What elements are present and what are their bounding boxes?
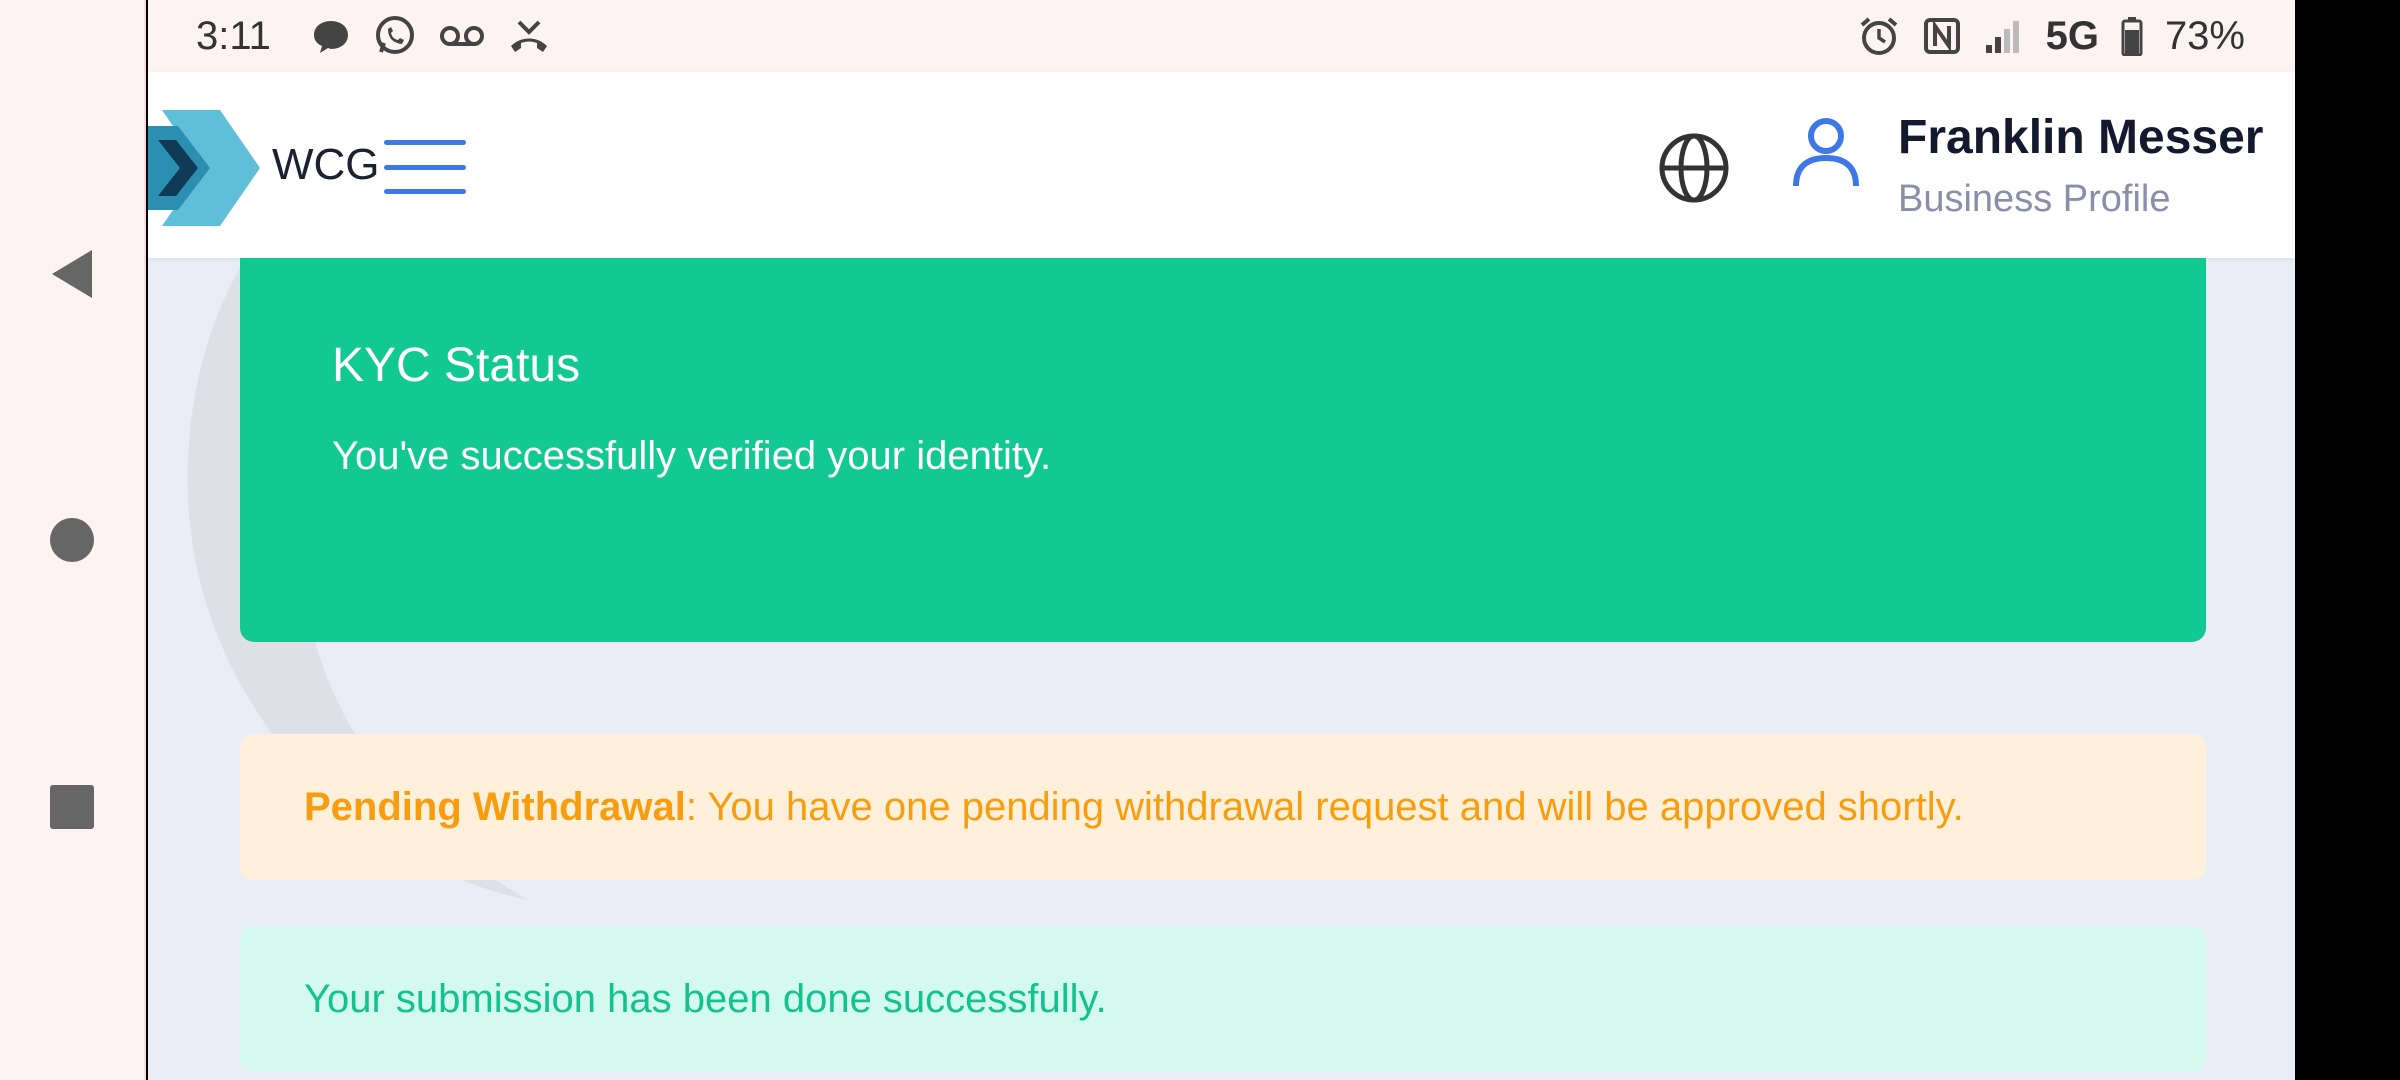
brand-name: WCG bbox=[272, 140, 380, 189]
menu-hamburger-icon[interactable] bbox=[384, 134, 466, 200]
back-triangle-icon bbox=[52, 250, 92, 298]
home-circle-icon bbox=[50, 518, 94, 562]
status-time: 3:11 bbox=[196, 13, 271, 58]
whatsapp-icon bbox=[373, 14, 417, 58]
submission-success-message: Your submission has been done successful… bbox=[304, 976, 1107, 1021]
submission-success-alert: Your submission has been done successful… bbox=[240, 926, 2206, 1072]
language-globe-icon[interactable] bbox=[1656, 130, 1732, 206]
wcg-logo-icon[interactable] bbox=[148, 110, 260, 226]
signal-icon bbox=[1984, 17, 2024, 55]
battery-icon bbox=[2121, 16, 2143, 56]
network-type: 5G bbox=[2045, 13, 2099, 58]
user-profile-icon[interactable] bbox=[1792, 116, 1860, 188]
voicemail-icon bbox=[439, 21, 485, 51]
pending-withdrawal-label: Pending Withdrawal bbox=[304, 784, 686, 829]
app-screen: 3:11 5G 73% WCG Franklin Messer Business… bbox=[148, 0, 2295, 1080]
status-bar: 3:11 5G 73% bbox=[148, 0, 2295, 72]
home-button[interactable] bbox=[42, 510, 102, 570]
kyc-status-title: KYC Status bbox=[332, 339, 581, 392]
user-role: Business Profile bbox=[1898, 178, 2171, 220]
kyc-status-card: KYC Status You've successfully verified … bbox=[240, 258, 2206, 642]
missed-call-icon bbox=[507, 16, 551, 56]
user-name[interactable]: Franklin Messer bbox=[1898, 110, 2263, 165]
pending-withdrawal-alert: Pending Withdrawal: You have one pending… bbox=[240, 734, 2206, 880]
back-button[interactable] bbox=[42, 244, 102, 304]
system-navigation-bar bbox=[0, 0, 146, 1080]
kyc-status-message: You've successfully verified your identi… bbox=[332, 434, 1052, 478]
pending-withdrawal-message: : You have one pending withdrawal reques… bbox=[685, 784, 1964, 829]
recents-button[interactable] bbox=[42, 777, 102, 837]
recents-square-icon bbox=[50, 785, 94, 829]
alarm-icon bbox=[1858, 15, 1900, 57]
chat-bubble-icon bbox=[311, 16, 351, 56]
app-header: WCG Franklin Messer Business Profile bbox=[148, 72, 2295, 258]
nfc-icon bbox=[1922, 16, 1962, 56]
battery-percent: 73% bbox=[2164, 13, 2245, 58]
